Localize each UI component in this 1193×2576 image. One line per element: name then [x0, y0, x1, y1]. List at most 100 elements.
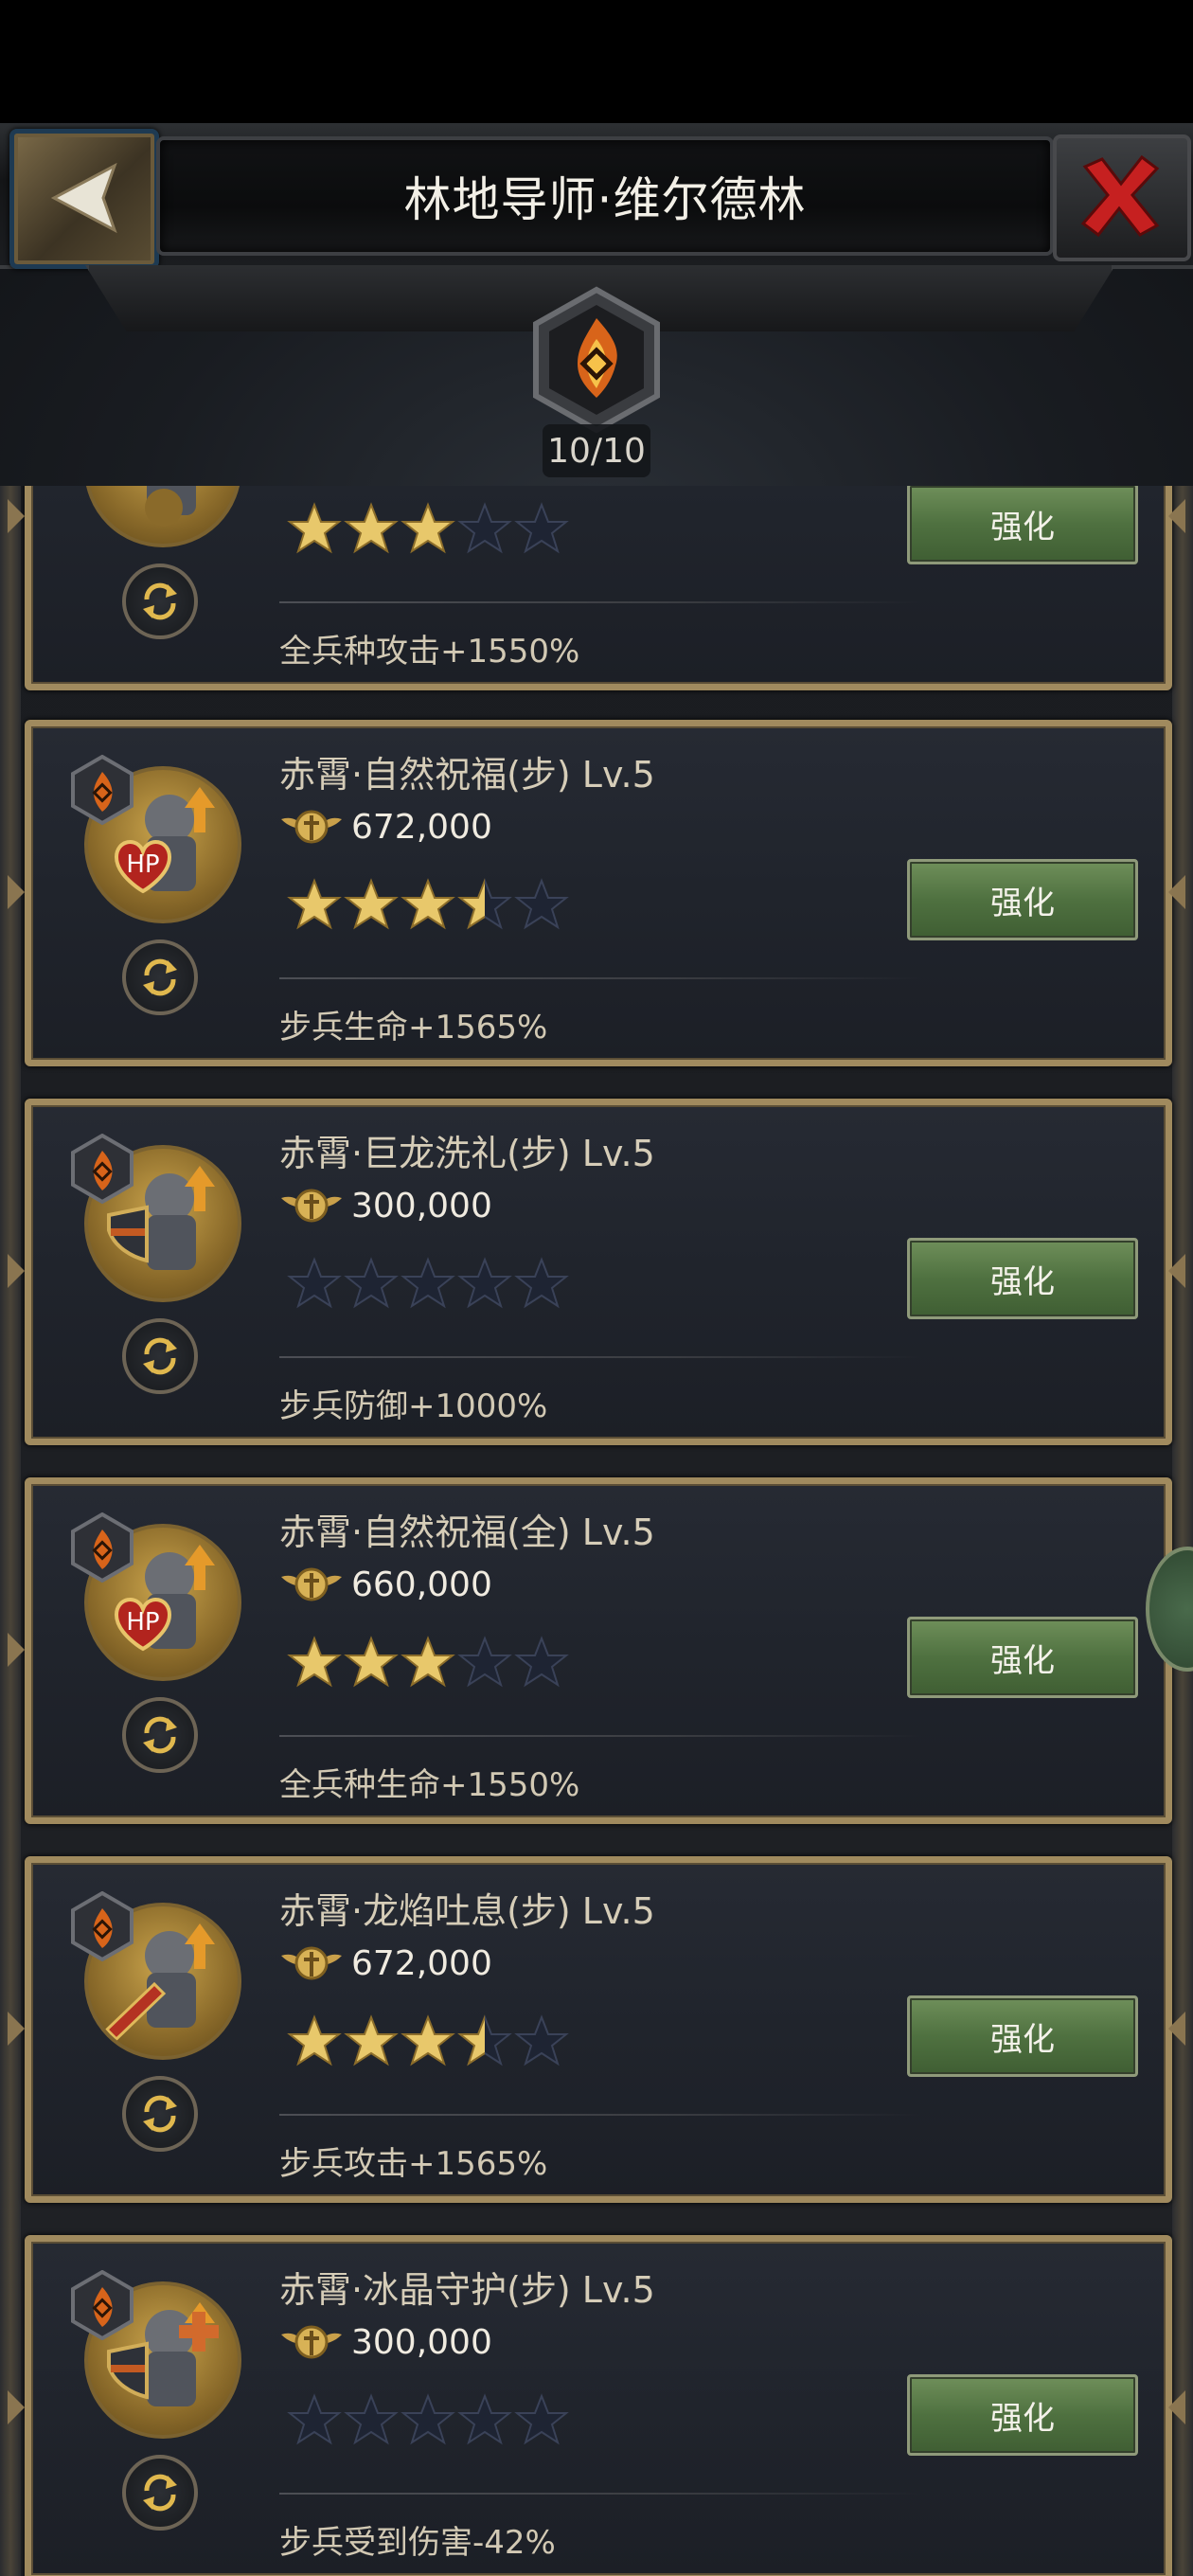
progress-counter: 10/10 — [543, 424, 650, 477]
rank-badge-icon — [71, 755, 134, 825]
star-icon — [401, 878, 455, 930]
star-icon — [457, 1636, 512, 1688]
title-bar: 林地导师·维尔德林 — [0, 123, 1193, 269]
cost-row: 300,000 — [279, 2317, 492, 2367]
refresh-button[interactable] — [122, 1697, 198, 1773]
upgrade-button[interactable]: 强化 — [907, 2374, 1138, 2456]
refresh-icon — [143, 2095, 177, 2133]
cost-value: 672,000 — [351, 1943, 492, 1983]
close-x-icon — [1080, 154, 1160, 238]
divider — [279, 977, 923, 979]
rank-badge-icon — [71, 1512, 134, 1583]
left-rail — [0, 486, 21, 2576]
refresh-icon — [143, 1716, 177, 1754]
divider — [279, 2114, 923, 2116]
star-icon — [457, 2393, 512, 2445]
star-rating — [287, 1636, 569, 1690]
star-rating — [287, 1257, 569, 1312]
refresh-button[interactable] — [122, 564, 198, 639]
skill-list[interactable]: 强化 全兵种攻击+1550% HP 赤霄·自然祝福(步) Lv.5 672,00… — [0, 486, 1193, 2576]
star-icon — [344, 2014, 399, 2066]
flame-rune-icon — [533, 286, 660, 434]
close-button[interactable] — [1053, 134, 1191, 261]
refresh-icon — [143, 958, 177, 996]
skill-effect: 步兵攻击+1565% — [279, 2145, 548, 2183]
star-icon — [457, 878, 512, 930]
skill-card: 强化 全兵种攻击+1550% — [25, 486, 1172, 690]
skill-card: 赤霄·龙焰吐息(步) Lv.5 672,000 强化 步兵攻击+1565% — [25, 1856, 1172, 2203]
page-title: 林地导师·维尔德林 — [403, 172, 807, 227]
skill-card: HP 赤霄·自然祝福(全) Lv.5 660,000 强化 全兵种生命+1550… — [25, 1477, 1172, 1824]
star-icon — [287, 2393, 342, 2445]
svg-text:HP: HP — [126, 850, 159, 879]
star-icon — [344, 2393, 399, 2445]
skill-effect: 全兵种攻击+1550% — [279, 633, 580, 671]
upgrade-button[interactable]: 强化 — [907, 1238, 1138, 1319]
upgrade-button[interactable]: 强化 — [907, 1617, 1138, 1698]
winged-coin-icon — [281, 1567, 342, 1601]
star-rating — [287, 2393, 569, 2448]
star-icon — [401, 1257, 455, 1309]
winged-coin-icon — [281, 1189, 342, 1223]
skill-effect: 步兵防御+1000% — [279, 1387, 548, 1425]
divider — [279, 1356, 923, 1358]
cost-value: 300,000 — [351, 2322, 492, 2362]
star-icon — [344, 878, 399, 930]
skill-effect: 全兵种生命+1550% — [279, 1766, 580, 1804]
cost-row: 660,000 — [279, 1560, 492, 1609]
right-rail — [1172, 486, 1193, 2576]
skill-card: 赤霄·冰晶守护(步) Lv.5 300,000 强化 步兵受到伤害-42% — [25, 2235, 1172, 2576]
star-rating — [287, 2014, 569, 2069]
star-icon — [514, 502, 569, 554]
winged-coin-icon — [281, 2325, 342, 2359]
divider — [279, 601, 923, 603]
skill-name: 赤霄·龙焰吐息(步) Lv.5 — [279, 1890, 655, 1932]
star-icon — [457, 502, 512, 554]
refresh-icon — [143, 1337, 177, 1375]
skill-effect: 步兵生命+1565% — [279, 1009, 548, 1046]
star-icon — [287, 1257, 342, 1309]
star-icon — [344, 1636, 399, 1688]
star-icon — [287, 2014, 342, 2066]
star-icon — [344, 502, 399, 554]
star-icon — [457, 1257, 512, 1309]
skill-card: HP 赤霄·自然祝福(步) Lv.5 672,000 强化 步兵生命+1565% — [25, 720, 1172, 1066]
star-rating — [287, 878, 569, 933]
skill-name: 赤霄·自然祝福(全) Lv.5 — [279, 1512, 655, 1553]
star-icon — [514, 1257, 569, 1309]
star-icon — [514, 2393, 569, 2445]
refresh-icon — [143, 582, 177, 620]
upgrade-button[interactable]: 强化 — [907, 859, 1138, 940]
back-button[interactable] — [9, 129, 159, 269]
rank-badge-icon — [71, 1891, 134, 1961]
star-icon — [514, 878, 569, 930]
star-icon — [514, 2014, 569, 2066]
star-icon — [457, 2014, 512, 2066]
star-icon — [514, 1636, 569, 1688]
winged-coin-icon — [281, 810, 342, 844]
title-plate: 林地导师·维尔德林 — [156, 136, 1054, 256]
cost-value: 672,000 — [351, 807, 492, 847]
refresh-button[interactable] — [122, 1318, 198, 1394]
skill-portrait — [84, 486, 241, 547]
star-icon — [401, 2393, 455, 2445]
cost-row: 300,000 — [279, 1181, 492, 1230]
cost-value: 660,000 — [351, 1565, 492, 1604]
svg-text:HP: HP — [126, 1608, 159, 1637]
refresh-button[interactable] — [122, 2076, 198, 2152]
star-icon — [287, 1636, 342, 1688]
rank-badge-icon — [71, 1134, 134, 1204]
skill-card: 赤霄·巨龙洗礼(步) Lv.5 300,000 强化 步兵防御+1000% — [25, 1099, 1172, 1445]
skill-effect: 步兵受到伤害-42% — [279, 2524, 556, 2562]
rank-badge-icon — [71, 2270, 134, 2340]
upgrade-button[interactable]: 强化 — [907, 486, 1138, 564]
upgrade-button[interactable]: 强化 — [907, 1995, 1138, 2077]
header: 林地导师·维尔德林 10/10 — [0, 123, 1193, 486]
refresh-button[interactable] — [122, 2455, 198, 2531]
divider — [279, 1735, 923, 1737]
skill-name: 赤霄·巨龙洗礼(步) Lv.5 — [279, 1133, 655, 1174]
star-rating — [287, 502, 569, 557]
refresh-icon — [143, 2474, 177, 2512]
star-icon — [401, 1636, 455, 1688]
refresh-button[interactable] — [122, 939, 198, 1015]
